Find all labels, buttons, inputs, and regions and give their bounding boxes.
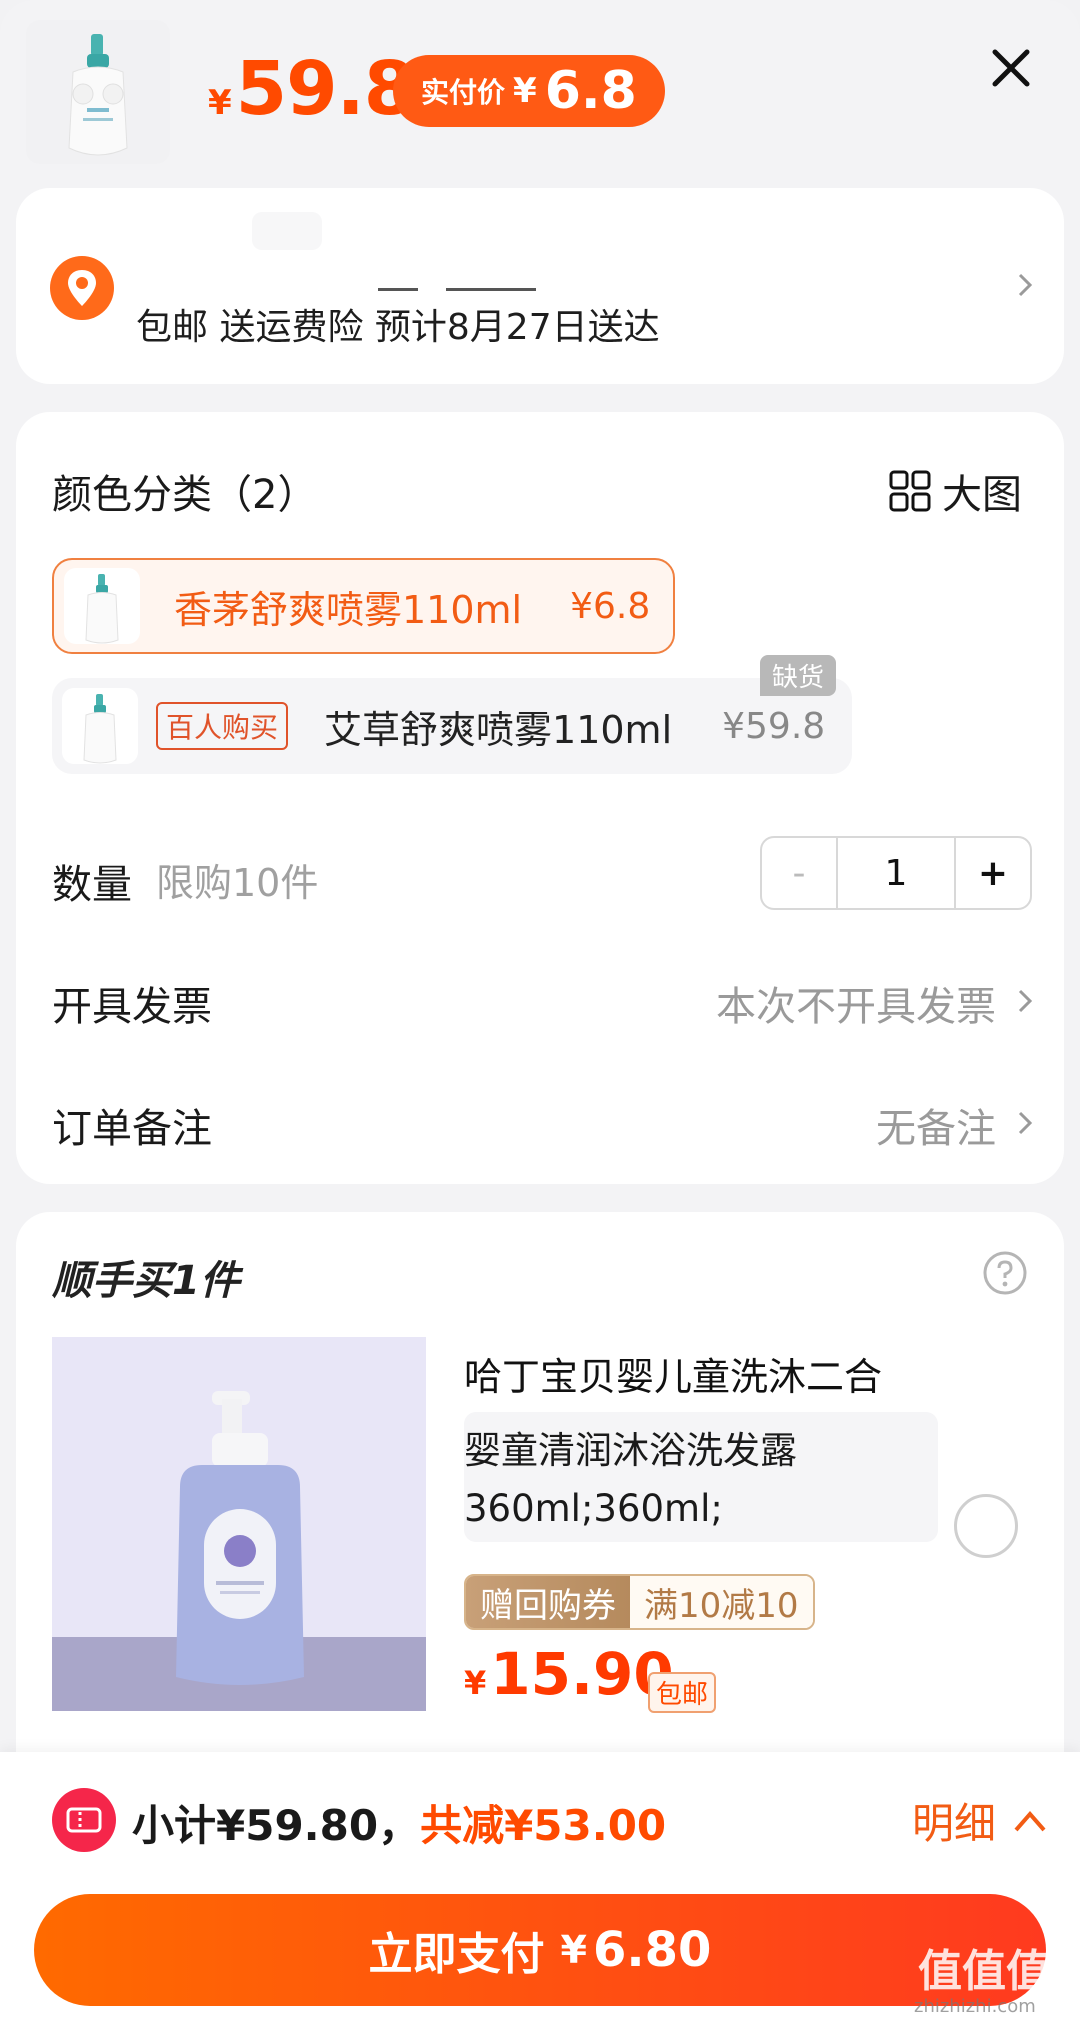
sku-option-out-of-stock[interactable]: 百人购买 艾草舒爽喷雾110ml ¥59.8: [52, 678, 852, 774]
addon-select-radio[interactable]: [954, 1494, 1018, 1558]
chevron-right-icon: [1018, 989, 1033, 1013]
grid-icon: [889, 470, 931, 512]
address-redacted-line: [378, 288, 418, 291]
price-detail-button[interactable]: 明细: [912, 1790, 1050, 1851]
quantity-value[interactable]: 1: [836, 838, 956, 908]
spec-selection-card: 颜色分类（2） 大图 香茅舒爽喷雾110ml ¥6.8 百人购买 艾草舒爽喷雾1…: [16, 412, 1064, 1184]
out-of-stock-badge: 缺货: [760, 655, 837, 696]
addon-product-spec: 婴童清润沐浴洗发露 360ml;360ml;: [464, 1412, 938, 1542]
addon-purchase-card: 顺手买1件 哈丁宝贝婴儿童洗沐二合 婴童清润沐浴洗发露 360ml;360ml;…: [16, 1212, 1064, 1792]
sku-header: ¥ 59.8 实付价 ¥ 6.8: [0, 0, 1080, 180]
delivery-address-card[interactable]: 包邮 送运费险 预计8月27日送达: [16, 188, 1064, 384]
address-redacted-line: [446, 288, 536, 291]
coupon-ticket-icon: [52, 1788, 116, 1852]
addon-product-name: 哈丁宝贝婴儿童洗沐二合: [464, 1355, 883, 1399]
location-pin-icon: [50, 256, 114, 320]
addon-price-value: 15.90: [490, 1640, 674, 1708]
addon-spec-line: 婴童清润沐浴洗发露: [464, 1429, 797, 1472]
option-name: 香茅舒爽喷雾110ml: [174, 587, 523, 632]
chevron-right-icon: [1018, 273, 1033, 297]
addon-price: ¥ 15.90: [464, 1640, 674, 1708]
big-image-label: 大图: [942, 472, 1022, 518]
discount-total: 共减¥53.00: [420, 1801, 667, 1850]
invoice-value: 本次不开具发票: [716, 984, 996, 1030]
invoice-title: 开具发票: [52, 984, 212, 1030]
order-note-title: 订单备注: [52, 1106, 212, 1152]
watermark-url: zhizhizhi.com: [914, 1996, 1036, 2017]
actual-pay-value: 6.8: [544, 61, 637, 121]
chevron-right-icon: [1018, 1111, 1033, 1135]
option-price: ¥59.8: [722, 705, 826, 747]
list-price: ¥ 59.8: [208, 46, 416, 132]
actual-pay-currency: ¥: [513, 71, 537, 111]
addon-product-image[interactable]: [52, 1337, 426, 1711]
option-thumbnail: [62, 688, 138, 764]
subtotal-summary: 小计¥59.80， 共减¥53.00: [132, 1792, 666, 1853]
currency-symbol: ¥: [208, 83, 232, 123]
color-category-title: 颜色分类（2）: [52, 472, 318, 518]
delivery-info: 包邮 送运费险 预计8月27日送达: [136, 307, 660, 348]
subtotal-text: 小计¥59.80，: [132, 1801, 421, 1850]
help-icon[interactable]: [982, 1250, 1028, 1296]
popularity-tag: 百人购买: [156, 702, 289, 750]
coupon-label: 赠回购券: [466, 1576, 630, 1628]
pay-now-currency: ¥: [560, 1928, 587, 1972]
addon-title: 顺手买1件: [52, 1258, 240, 1304]
spray-bottle-image: [85, 574, 119, 644]
body-wash-bottle-image: [52, 1337, 426, 1711]
big-image-button[interactable]: 大图: [888, 462, 1022, 520]
spray-bottle-image: [68, 34, 128, 156]
address-redacted: [252, 212, 322, 250]
addon-price-currency: ¥: [464, 1664, 487, 1702]
quantity-decrease-button[interactable]: -: [762, 838, 836, 908]
close-button[interactable]: [985, 42, 1037, 94]
spray-bottle-image: [83, 694, 117, 764]
list-price-value: 59.8: [235, 46, 416, 132]
option-name: 艾草舒爽喷雾110ml: [324, 707, 673, 752]
option-price: ¥6.8: [570, 585, 651, 627]
pay-now-label: 立即支付: [368, 1929, 545, 1980]
quantity-title: 数量: [52, 862, 132, 908]
checkout-sheet: ¥ 59.8 实付价 ¥ 6.8 包邮 送运费险 预计8月27日送达 颜色分类（…: [0, 0, 1080, 2022]
sku-option-selected[interactable]: 香茅舒爽喷雾110ml ¥6.8: [52, 558, 675, 654]
coupon-value: 满10减10: [630, 1576, 813, 1628]
pay-now-value: 6.80: [593, 1922, 712, 1978]
free-shipping-tag: 包邮: [648, 1672, 717, 1713]
watermark: 值值值: [918, 1946, 1050, 1997]
repurchase-coupon-badge: 赠回购券 满10减10: [464, 1574, 815, 1630]
option-thumbnail: [64, 568, 140, 644]
quantity-limit-hint: 限购10件: [156, 861, 319, 905]
order-note-value: 无备注: [876, 1106, 996, 1152]
price-detail-label: 明细: [912, 1799, 997, 1848]
quantity-increase-button[interactable]: +: [956, 838, 1030, 908]
addon-spec-line: 360ml;360ml;: [464, 1487, 723, 1530]
close-icon: [992, 49, 1030, 87]
actual-pay-badge: 实付价 ¥ 6.8: [393, 55, 665, 127]
quantity-stepper: - 1 +: [760, 836, 1032, 910]
product-thumbnail: [26, 20, 170, 164]
pay-now-button[interactable]: 立即支付 ¥ 6.80: [34, 1894, 1046, 2006]
chevron-up-icon: [1014, 1810, 1046, 1831]
actual-pay-label: 实付价: [421, 76, 506, 109]
